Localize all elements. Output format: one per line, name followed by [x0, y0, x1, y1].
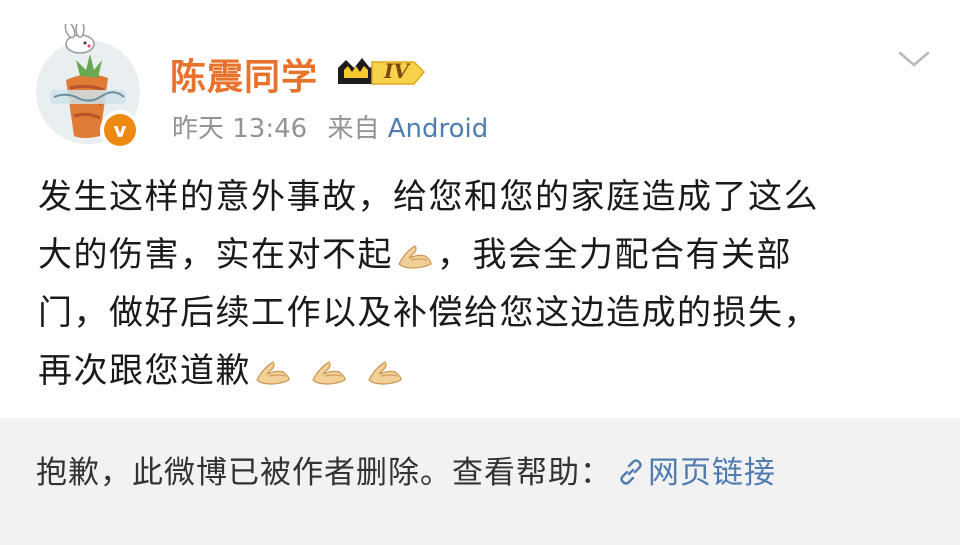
- content-text: 大的伤害，实在对不起: [38, 235, 393, 275]
- content-line: 再次跟您道歉: [38, 342, 928, 400]
- verified-badge: v: [100, 110, 140, 150]
- deleted-notice-text: 抱歉，此微博已被作者删除。查看帮助：: [36, 455, 612, 491]
- post-source[interactable]: Android: [388, 114, 489, 144]
- content-line: 大的伤害，实在对不起 ，我会全力配合有关部: [38, 226, 928, 284]
- content-text: 再次跟您道歉: [38, 351, 251, 391]
- praying-hands-icon: [312, 361, 346, 385]
- post-time: 昨天 13:46: [172, 114, 308, 144]
- praying-hands-icon: [398, 245, 432, 269]
- username[interactable]: 陈震同学: [170, 48, 318, 100]
- avatar[interactable]: v: [36, 20, 140, 150]
- post-meta: 昨天 13:46 来自 Android: [172, 108, 488, 145]
- deleted-notice: 抱歉，此微博已被作者删除。查看帮助： 网页链接: [36, 447, 776, 492]
- user-level-badge[interactable]: IV: [334, 56, 426, 88]
- web-link[interactable]: 网页链接: [612, 455, 776, 491]
- level-label: IV: [384, 59, 409, 83]
- praying-hands-icon: [256, 361, 290, 385]
- link-icon: [620, 459, 642, 485]
- verified-icon: v: [104, 114, 136, 146]
- chevron-down-icon: [898, 51, 930, 67]
- content-line: 门，做好后续工作以及补偿给您这边造成的损失，: [38, 293, 819, 333]
- praying-hands-icon: [368, 361, 402, 385]
- avatar-rabbit-ornament: [58, 20, 98, 54]
- web-link-label: 网页链接: [648, 455, 776, 491]
- content-text: ，我会全力配合有关部: [437, 235, 792, 275]
- post-source-prefix: 来自: [327, 114, 380, 144]
- weibo-post-card: v 陈震同学 IV 昨天 13:46 来自 Android 发生这样的意外事故，…: [0, 0, 960, 545]
- expand-menu-button[interactable]: [894, 44, 934, 74]
- post-content: 发生这样的意外事故，给您和您的家庭造成了这么 大的伤害，实在对不起 ，我会全力配…: [38, 168, 928, 400]
- content-line: 发生这样的意外事故，给您和您的家庭造成了这么: [38, 177, 819, 217]
